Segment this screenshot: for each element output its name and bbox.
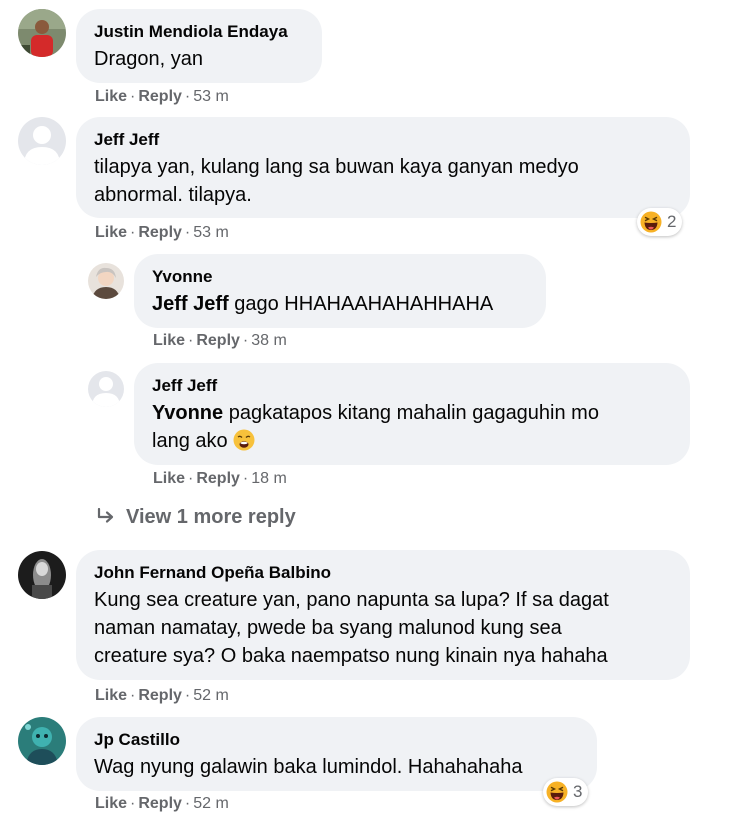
- reaction-count: 2: [667, 212, 677, 231]
- like-button[interactable]: Like: [95, 224, 127, 241]
- reply-button[interactable]: Reply: [138, 224, 182, 241]
- avatar[interactable]: [18, 117, 66, 165]
- comment-bubble: Justin Mendiola Endaya Dragon, yan: [76, 9, 322, 83]
- comment-text: Yvonne pagkatapos kitang mahalin gagaguh…: [152, 399, 672, 455]
- separator: ·: [184, 88, 191, 105]
- comment-author[interactable]: Justin Mendiola Endaya: [94, 21, 304, 43]
- avatar[interactable]: [18, 717, 66, 765]
- avatar[interactable]: [88, 371, 124, 407]
- comment-author[interactable]: Jeff Jeff: [152, 375, 672, 397]
- reaction-badge[interactable]: 2: [637, 208, 683, 236]
- timestamp[interactable]: 52 m: [193, 687, 229, 704]
- separator: ·: [184, 224, 191, 241]
- comment-text-line: abnormal. tilapya.: [94, 184, 252, 206]
- reply-button[interactable]: Reply: [138, 687, 182, 704]
- comment-text-body: lang ako: [152, 430, 234, 452]
- like-button[interactable]: Like: [153, 332, 185, 349]
- comment-text-line: lang ako: [152, 427, 672, 455]
- reaction-badge[interactable]: 3: [543, 778, 589, 806]
- separator: ·: [184, 795, 191, 812]
- comment-actions: Like · Reply · 53 m: [95, 87, 229, 107]
- separator: ·: [130, 795, 136, 812]
- comment-text-line: tilapya yan, kulang lang sa buwan kaya g…: [94, 156, 579, 178]
- like-button[interactable]: Like: [95, 795, 127, 812]
- timestamp[interactable]: 18 m: [251, 470, 287, 487]
- comment-text: tilapya yan, kulang lang sa buwan kaya g…: [94, 153, 672, 209]
- comment-text-body: pagkatapos kitang mahalin gagaguhin mo: [223, 402, 599, 424]
- comment-bubble: Jeff Jeff tilapya yan, kulang lang sa bu…: [76, 117, 690, 218]
- view-more-label: View 1 more reply: [126, 506, 296, 528]
- separator: ·: [184, 687, 191, 704]
- comment-bubble: Jeff Jeff Yvonne pagkatapos kitang mahal…: [134, 363, 690, 465]
- reply-button[interactable]: Reply: [196, 332, 240, 349]
- comment-text: Jeff Jeff gago HHAHAAHAHAHHAHA: [152, 290, 528, 318]
- comment-text-line: naman namatay, pwede ba syang malunod ku…: [94, 617, 562, 639]
- separator: ·: [130, 687, 136, 704]
- like-button[interactable]: Like: [153, 470, 185, 487]
- comment-bubble: Yvonne Jeff Jeff gago HHAHAAHAHAHHAHA: [134, 254, 546, 328]
- comment-text-line: Yvonne pagkatapos kitang mahalin gagaguh…: [152, 399, 672, 427]
- comment-text-line: Kung sea creature yan, pano napunta sa l…: [94, 589, 609, 611]
- reply-button[interactable]: Reply: [138, 795, 182, 812]
- like-button[interactable]: Like: [95, 687, 127, 704]
- comment-text-line: creature sya? O baka naempatso nung kina…: [94, 645, 608, 667]
- reply-button[interactable]: Reply: [196, 470, 240, 487]
- comment-bubble: Jp Castillo Wag nyung galawin baka lumin…: [76, 717, 597, 791]
- reply-arrow-icon: [97, 508, 114, 523]
- comment-author[interactable]: John Fernand Opeña Balbino: [94, 562, 672, 584]
- comment-actions: Like · Reply · 53 m: [95, 223, 229, 243]
- mention-link[interactable]: Jeff Jeff: [152, 293, 229, 315]
- avatar[interactable]: [18, 9, 66, 57]
- like-button[interactable]: Like: [95, 88, 127, 105]
- comment-actions: Like · Reply · 18 m: [153, 469, 287, 489]
- comment-actions: Like · Reply · 52 m: [95, 686, 229, 706]
- separator: ·: [242, 470, 249, 487]
- avatar[interactable]: [18, 551, 66, 599]
- separator: ·: [130, 88, 136, 105]
- haha-emoji-icon: [546, 781, 568, 803]
- comment-author[interactable]: Jp Castillo: [94, 729, 579, 751]
- haha-emoji-icon: [640, 211, 662, 233]
- comment-author[interactable]: Yvonne: [152, 266, 528, 288]
- timestamp[interactable]: 53 m: [193, 88, 229, 105]
- timestamp[interactable]: 53 m: [193, 224, 229, 241]
- comment-text: Wag nyung galawin baka lumindol. Hahahah…: [94, 756, 523, 778]
- timestamp[interactable]: 38 m: [251, 332, 287, 349]
- timestamp[interactable]: 52 m: [193, 795, 229, 812]
- comment-actions: Like · Reply · 52 m: [95, 794, 229, 814]
- separator: ·: [188, 332, 194, 349]
- reaction-count: 3: [573, 782, 583, 801]
- comment-text: Dragon, yan: [94, 48, 203, 70]
- comment-text-body: gago HHAHAAHAHAHHAHA: [228, 293, 494, 315]
- comment-bubble: John Fernand Opeña Balbino Kung sea crea…: [76, 550, 690, 680]
- comment-text: Kung sea creature yan, pano napunta sa l…: [94, 586, 672, 670]
- mention-link[interactable]: Yvonne: [152, 402, 223, 424]
- comment-actions: Like · Reply · 38 m: [153, 331, 287, 351]
- comment-author[interactable]: Jeff Jeff: [94, 129, 672, 151]
- separator: ·: [130, 224, 136, 241]
- separator: ·: [242, 332, 249, 349]
- reply-button[interactable]: Reply: [138, 88, 182, 105]
- weary-face-emoji-icon: [233, 429, 255, 451]
- view-more-replies-link[interactable]: View 1 more reply: [96, 506, 296, 529]
- separator: ·: [188, 470, 194, 487]
- avatar[interactable]: [88, 263, 124, 299]
